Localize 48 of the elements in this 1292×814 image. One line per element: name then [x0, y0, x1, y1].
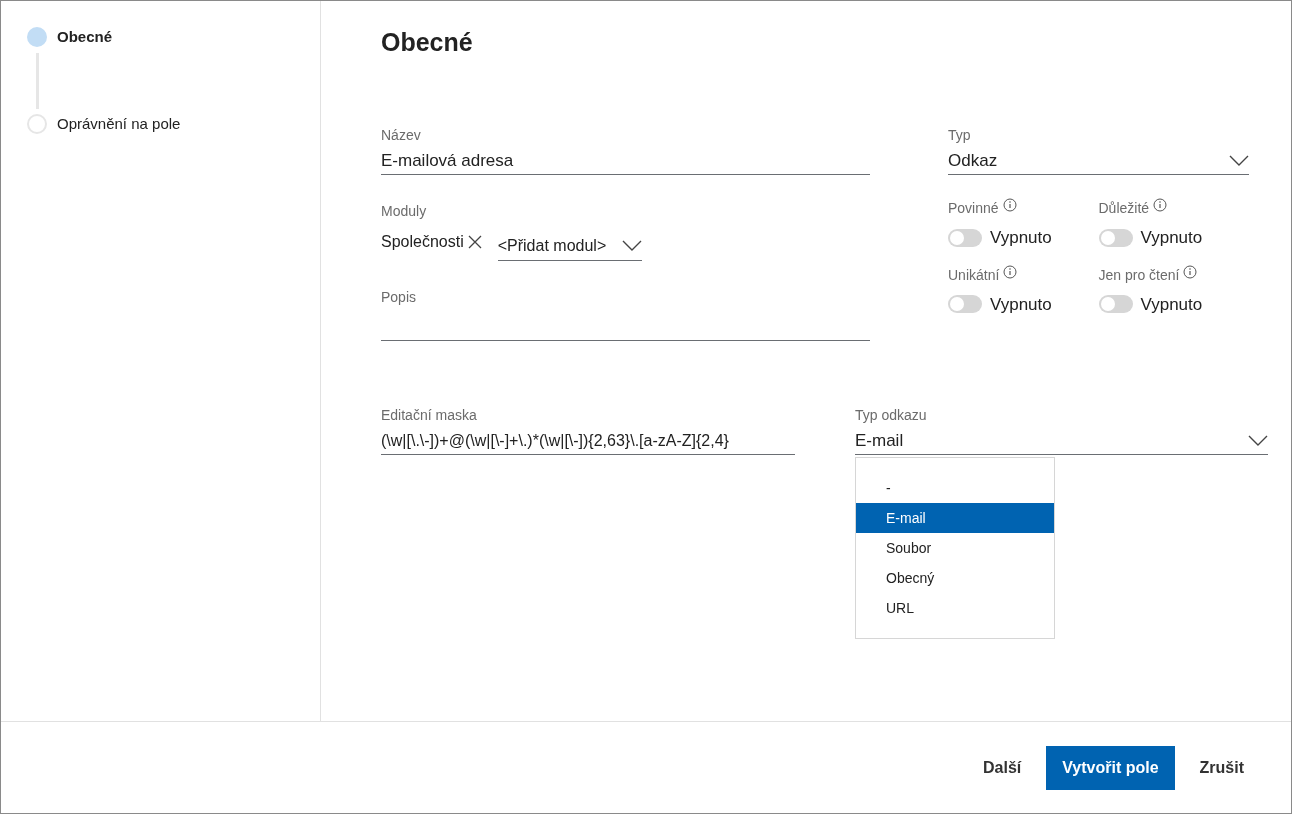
create-button[interactable]: Vytvořit pole [1046, 745, 1175, 790]
module-dropdown[interactable]: <Přidat modul> [497, 231, 642, 261]
dropdown-option[interactable]: URL [856, 593, 1054, 623]
footer-button[interactable]: Další [958, 745, 1047, 790]
step-label[interactable]: Oprávnění na pole [57, 112, 181, 135]
link-type-dropdown[interactable]: E-mail [855, 427, 1268, 455]
toggle-switch[interactable] [1098, 295, 1133, 314]
toggle-state: Vypnuto [1140, 293, 1203, 316]
toggle-label: Důležité [1098, 199, 1150, 218]
dropdown-option[interactable]: Soubor [856, 533, 1054, 563]
field-label: Moduly [381, 202, 427, 221]
toggle-state: Vypnuto [990, 293, 1052, 316]
toggle-label: Povinné [948, 199, 999, 218]
dropdown-option[interactable]: Obecný [856, 563, 1054, 593]
chevron-down-icon [1229, 155, 1249, 166]
field-value: (\w|[\.\-])+@(\w|[\-]+\.)*(\w|[\-]){2,63}\.[a-zA-Z]{2,4} [381, 430, 729, 451]
dropdown-value: E-mail [855, 429, 904, 452]
info-icon[interactable] [1183, 264, 1198, 279]
dropdown-placeholder: <Přidat modul> [497, 235, 607, 256]
toggle-label: Jen pro čtení [1098, 265, 1180, 285]
info-icon[interactable] [1153, 198, 1168, 212]
footer-button[interactable]: Zrušit [1174, 745, 1269, 790]
toggle-switch[interactable] [1098, 228, 1133, 247]
module-tag: Společnosti [381, 230, 464, 254]
field-label: Editační maska [381, 406, 477, 425]
type-dropdown[interactable]: Odkaz [948, 147, 1249, 175]
mask-field[interactable]: (\w|[\.\-])+@(\w|[\-]+\.)*(\w|[\-]){2,63}\.[a-zA-Z]{2,4} [381, 427, 795, 455]
name-field[interactable]: E-mailová adresa [381, 147, 870, 175]
field-label: Typ [948, 126, 971, 145]
page-heading: Obecné [381, 27, 474, 57]
toggle-state: Vypnuto [1140, 227, 1203, 249]
toggle-switch[interactable] [948, 295, 982, 314]
dropdown-option[interactable]: - [856, 473, 1054, 503]
toggle-switch[interactable] [948, 228, 982, 247]
toggle-state: Vypnuto [990, 227, 1052, 249]
field-label: Název [381, 126, 421, 145]
chevron-down-icon [621, 240, 642, 251]
field-label: Typ odkazu [855, 406, 927, 425]
close-icon[interactable] [467, 235, 482, 249]
toggle-label: Unikátní [948, 265, 1000, 285]
step-label[interactable]: Obecné [57, 26, 113, 49]
field-value: E-mailová adresa [381, 149, 514, 172]
info-icon[interactable] [1002, 198, 1017, 212]
dropdown-value: Odkaz [948, 149, 998, 172]
info-icon[interactable] [1003, 264, 1018, 279]
chevron-down-icon [1248, 435, 1268, 446]
field-label: Popis [381, 288, 417, 307]
dropdown-option[interactable]: E-mail [856, 503, 1054, 533]
